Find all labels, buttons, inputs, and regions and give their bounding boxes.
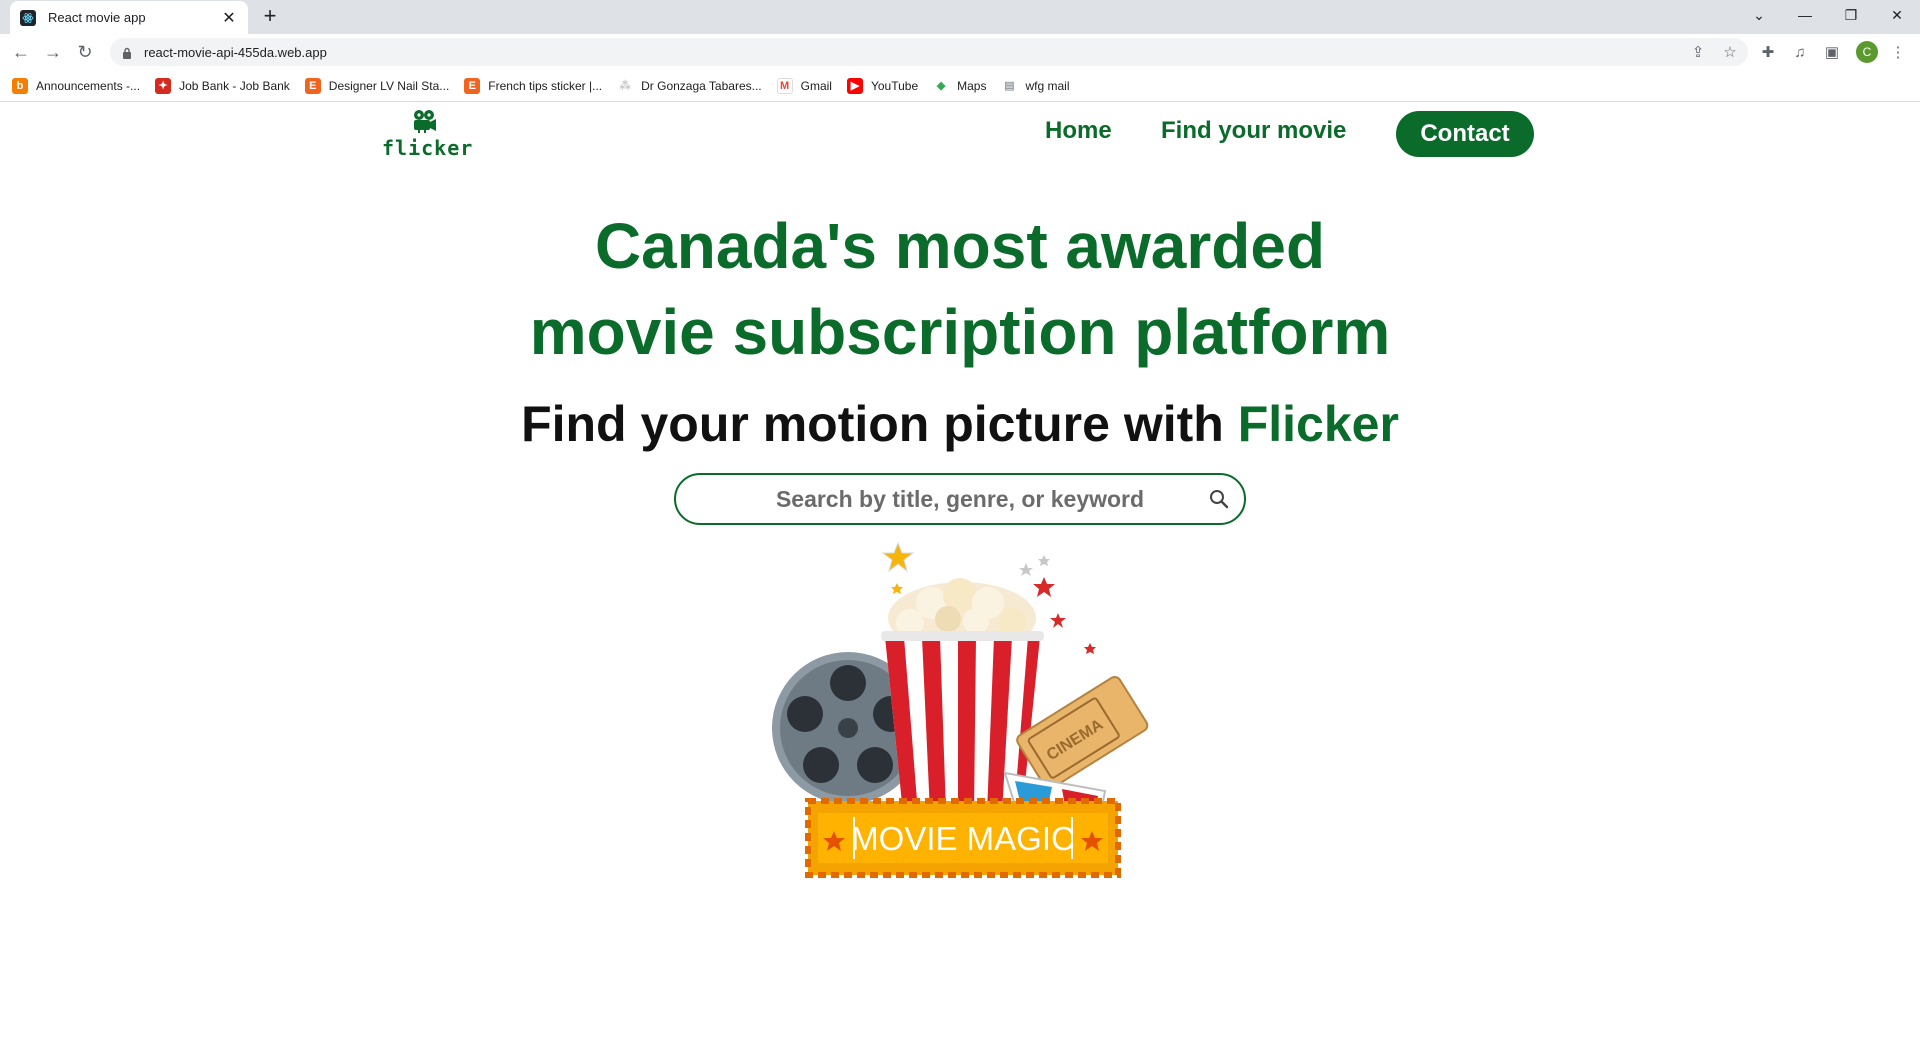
extensions-icon[interactable]: ✚ [1756, 40, 1780, 64]
subtitle-brand: Flicker [1237, 396, 1399, 452]
page-content: flicker Home Find your movie Contact Can… [0, 103, 1920, 1039]
profile-avatar[interactable]: C [1856, 41, 1878, 63]
new-tab-button[interactable]: + [258, 4, 282, 28]
banner-text: MOVIE MAGIC [851, 820, 1075, 857]
movie-magic-illustration: CINEMA MOVIE MAGIC [772, 541, 1149, 878]
bookmark-item[interactable]: ▶ YouTube [846, 77, 919, 94]
tab-search-icon[interactable]: ⌄ [1736, 0, 1782, 30]
bookmark-item[interactable]: ◆ Maps [933, 78, 987, 94]
bookmark-label: Announcements -... [36, 78, 141, 93]
blogger-icon: b [12, 77, 28, 94]
logo-text: flicker [382, 136, 474, 160]
subtitle-text: Find your motion picture with [521, 396, 1238, 452]
bookmark-label: French tips sticker |... [488, 78, 603, 93]
bookmark-label: Dr Gonzaga Tabares... [641, 78, 762, 93]
nav-find-movie-link[interactable]: Find your movie [1161, 117, 1346, 145]
gmail-icon: M [776, 77, 793, 94]
hero-title-line-1: Canada's most awarded [594, 210, 1326, 282]
subtitle: Find your motion picture with Flicker [0, 395, 1920, 453]
page-icon: ▤ [1004, 80, 1015, 92]
search-icon[interactable] [1208, 488, 1230, 510]
nav-home-link[interactable]: Home [1045, 117, 1112, 145]
back-arrow-icon[interactable]: ← [8, 39, 34, 65]
maple-leaf-icon: ✦ [155, 77, 172, 94]
react-icon [20, 9, 36, 26]
bookmark-item[interactable]: E Designer LV Nail Sta... [304, 77, 450, 94]
address-bar[interactable]: react-movie-api-455da.web.app [110, 38, 1748, 66]
tab-title: React movie app [48, 10, 146, 25]
maps-icon: ◆ [936, 80, 946, 92]
broken-image-icon: ⁂ [619, 80, 631, 92]
hero-title: Canada's most awarded movie subscription… [0, 203, 1920, 375]
forward-arrow-icon[interactable]: → [40, 39, 66, 65]
bookmark-item[interactable]: M Gmail [776, 77, 832, 94]
etsy-icon: E [304, 77, 321, 94]
bookmark-item[interactable]: E French tips sticker |... [464, 77, 603, 94]
bookmark-label: Maps [957, 78, 987, 93]
bookmark-item[interactable]: ⁂ Dr Gonzaga Tabares... [617, 78, 762, 94]
bookmark-label: Job Bank - Job Bank [179, 78, 290, 93]
bookmark-label: wfg mail [1025, 78, 1070, 93]
url-text: react-movie-api-455da.web.app [144, 44, 327, 60]
bookmark-label: YouTube [870, 78, 919, 93]
browser-toolbar: ← → ↻ react-movie-api-455da.web.app ⇪ ☆ … [0, 34, 1920, 70]
tab-strip: React movie app ✕ + ⌄ — ❐ ✕ [0, 0, 1920, 34]
search-input[interactable] [720, 485, 1200, 513]
youtube-icon: ▶ [846, 77, 863, 94]
bookmark-item[interactable]: ✦ Job Bank - Job Bank [155, 77, 290, 94]
hero-title-line-2: movie subscription platform [529, 296, 1391, 368]
movie-magic-banner: MOVIE MAGIC [805, 798, 1121, 878]
bookmarks-bar: b Announcements -... ✦ Job Bank - Job Bank E… [0, 70, 1920, 102]
minimize-button[interactable]: — [1782, 0, 1828, 30]
bookmark-label: Gmail [800, 78, 832, 93]
close-tab-icon[interactable]: ✕ [220, 8, 238, 28]
bookmark-star-icon[interactable]: ☆ [1718, 40, 1742, 64]
bookmark-label: Designer LV Nail Sta... [328, 78, 450, 93]
contact-button[interactable]: Contact [1396, 111, 1534, 157]
site-logo[interactable]: flicker [382, 109, 474, 160]
etsy-icon: E [464, 77, 481, 94]
bookmark-item[interactable]: ▤ wfg mail [1001, 78, 1069, 94]
cinema-ticket-icon: CINEMA [1016, 675, 1149, 790]
close-window-button[interactable]: ✕ [1874, 0, 1920, 30]
lock-icon [122, 46, 132, 59]
menu-kebab-icon[interactable]: ⋮ [1886, 40, 1910, 64]
bookmark-item[interactable]: b Announcements -... [12, 77, 141, 94]
media-control-icon[interactable]: ♫ [1788, 40, 1812, 64]
movie-camera-icon [414, 110, 436, 133]
side-panel-icon[interactable]: ▣ [1820, 40, 1844, 64]
share-icon[interactable]: ⇪ [1686, 40, 1710, 64]
reload-icon[interactable]: ↻ [72, 39, 98, 65]
restore-button[interactable]: ❐ [1828, 0, 1874, 30]
browser-tab[interactable]: React movie app ✕ [10, 1, 248, 34]
search-bar[interactable] [674, 473, 1246, 525]
